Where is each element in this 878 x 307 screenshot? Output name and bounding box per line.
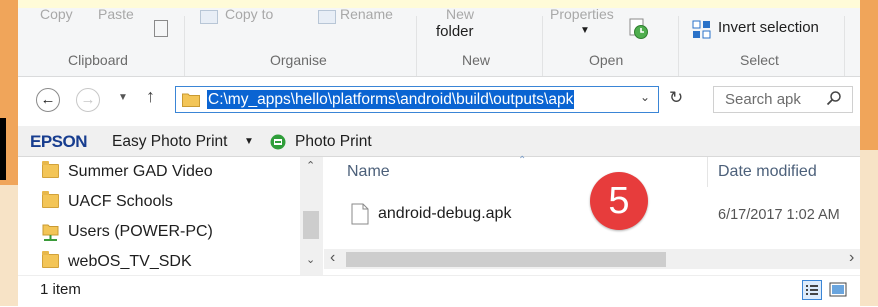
rename-icon	[318, 10, 336, 24]
divider	[542, 16, 543, 76]
file-date-modified: 6/17/2017 1:02 AM	[718, 207, 840, 223]
left-window-shadow	[0, 118, 6, 180]
group-label-organise: Organise	[270, 52, 327, 68]
properties-button[interactable]: Properties	[550, 6, 614, 22]
clipboard-paste-icon	[154, 20, 168, 37]
group-label-open: Open	[589, 52, 624, 68]
nav-item-uacf-schools[interactable]: UACF Schools	[42, 188, 173, 216]
epson-toolbar: EPSON Easy Photo Print ▼ Photo Print	[18, 126, 860, 157]
horizontal-scroll-thumb[interactable]	[346, 252, 666, 267]
left-window-edge-light	[0, 185, 18, 306]
recent-locations-dropdown-icon[interactable]: ▼	[118, 92, 128, 103]
navigation-pane: Summer GAD Video UACF Schools Users (POW…	[18, 157, 323, 275]
nav-item-label: webOS_TV_SDK	[68, 253, 192, 270]
step-number-badge: 5	[590, 172, 648, 230]
status-bar: 1 item	[18, 275, 860, 307]
nav-item-webos-tv-sdk[interactable]: webOS_TV_SDK	[42, 248, 192, 276]
nav-item-label: UACF Schools	[68, 193, 173, 210]
copy-button[interactable]: Copy	[40, 6, 73, 22]
nav-item-label: Users (POWER-PC)	[68, 223, 213, 240]
large-icons-view-icon[interactable]	[828, 280, 848, 300]
nav-item-label: Summer GAD Video	[68, 163, 213, 180]
divider	[844, 16, 845, 76]
forward-arrow-icon[interactable]: →	[76, 88, 100, 112]
column-divider	[707, 157, 708, 187]
scroll-right-arrow-icon[interactable]: ›	[849, 249, 854, 267]
paste-button[interactable]: Paste	[98, 6, 134, 22]
back-arrow-icon[interactable]: ←	[36, 88, 60, 112]
search-placeholder: Search apk	[725, 91, 801, 108]
scroll-left-arrow-icon[interactable]: ‹	[330, 249, 335, 267]
scroll-up-arrow-icon[interactable]: ⌃	[306, 159, 315, 172]
details-view-icon[interactable]	[802, 280, 822, 300]
folder-icon	[42, 251, 59, 268]
divider	[678, 16, 679, 76]
search-input[interactable]: Search apk	[713, 86, 853, 113]
copy-to-icon	[200, 10, 218, 24]
network-drive-icon	[42, 222, 60, 242]
new-folder-button[interactable]: folder	[436, 23, 474, 40]
folder-icon	[182, 92, 200, 107]
photo-print-button[interactable]: Photo Print	[295, 133, 372, 151]
file-icon	[351, 203, 369, 225]
epson-logo: EPSON	[30, 132, 88, 151]
rename-button[interactable]: Rename	[340, 6, 393, 22]
sort-indicator-icon: ⌃	[518, 155, 527, 166]
refresh-icon[interactable]: ↻	[669, 88, 683, 108]
search-icon[interactable]	[826, 90, 842, 108]
right-window-edge	[860, 0, 878, 306]
left-window-edge	[0, 0, 18, 306]
copy-to-button[interactable]: Copy to	[225, 6, 273, 22]
scroll-down-arrow-icon[interactable]: ⌄	[306, 253, 315, 266]
invert-selection-icon	[692, 20, 712, 40]
divider	[416, 16, 417, 76]
address-history-dropdown-icon[interactable]: ⌄	[640, 90, 650, 104]
history-clock-icon[interactable]	[628, 18, 650, 40]
right-window-edge-light	[860, 150, 878, 306]
item-count: 1 item	[40, 281, 81, 298]
column-header-date-modified[interactable]: Date modified	[718, 163, 817, 181]
invert-selection-button[interactable]: Invert selection	[718, 19, 819, 36]
ribbon: Copy Paste Copy to Rename New folder Pro…	[18, 6, 860, 77]
photo-print-icon	[270, 134, 286, 150]
properties-dropdown-arrow-icon[interactable]: ▼	[580, 25, 590, 36]
group-label-clipboard: Clipboard	[68, 52, 128, 68]
file-name: android-debug.apk	[378, 205, 512, 222]
easy-photo-print-button[interactable]: Easy Photo Print	[112, 133, 227, 151]
nav-scroll-thumb[interactable]	[303, 211, 319, 239]
up-arrow-icon[interactable]: ↑	[146, 86, 155, 107]
group-label-new: New	[462, 52, 491, 68]
new-folder-label-top: New	[446, 6, 475, 22]
column-header-name[interactable]: Name	[347, 163, 390, 181]
folder-icon	[42, 161, 59, 178]
nav-item-summer-gad-video[interactable]: Summer GAD Video	[42, 158, 213, 186]
divider	[184, 16, 185, 76]
nav-item-users-power-pc[interactable]: Users (POWER-PC)	[42, 218, 213, 246]
address-path-text[interactable]: C:\my_apps\hello\platforms\android\build…	[207, 90, 575, 109]
folder-icon	[42, 191, 59, 208]
easy-photo-print-dropdown-icon[interactable]: ▼	[244, 136, 254, 147]
group-label-select: Select	[740, 52, 779, 68]
address-bar: ← → ▼ ↑ C:\my_apps\hello\platforms\andro…	[18, 77, 860, 124]
address-path-field[interactable]: C:\my_apps\hello\platforms\android\build…	[175, 86, 659, 113]
